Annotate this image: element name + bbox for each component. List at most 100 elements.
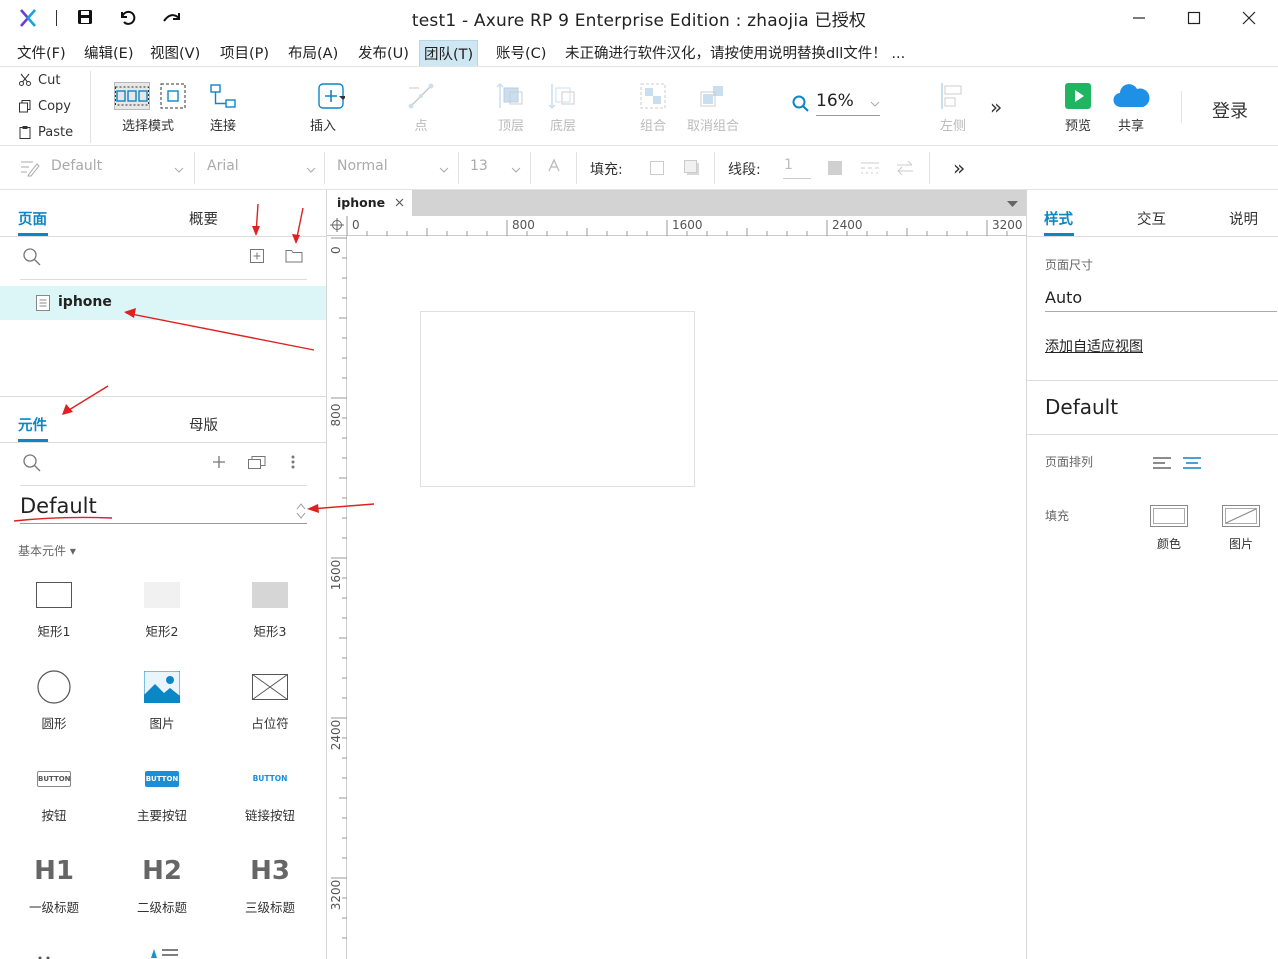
format-more-button[interactable]: »: [953, 156, 965, 180]
menu-view[interactable]: 视图(V): [146, 40, 204, 65]
tab-interactions[interactable]: 交互: [1137, 208, 1166, 229]
category-basic-widgets[interactable]: 基本元件 ▾: [18, 542, 76, 559]
widget-paragraph-icon: [148, 945, 180, 959]
menu-file[interactable]: 文件(F): [13, 40, 70, 65]
main-toolbar: Cut Copy Paste 选择模式 连接 插入 点 顶层 底层 组合 取消组…: [0, 66, 1278, 146]
copy-label: Copy: [38, 98, 71, 114]
page-size-dropdown[interactable]: Auto: [1045, 288, 1082, 307]
widget-rectangle-2[interactable]: 矩形2: [108, 575, 216, 640]
align-left-page-icon[interactable]: [1153, 457, 1171, 469]
font-weight-dropdown[interactable]: Normal: [337, 158, 388, 174]
menu-publish[interactable]: 发布(U): [354, 40, 413, 65]
widget-label: 链接按钮: [244, 808, 295, 823]
toolbar-separator: [1181, 91, 1182, 123]
copy-button[interactable]: Copy: [0, 94, 90, 118]
canvas-area[interactable]: iphone 0 800 1600 2400 3200 0 800 1600 2…: [307, 190, 1026, 959]
share-label: 共享: [1117, 119, 1144, 134]
weight-chevron-down-icon[interactable]: [439, 167, 449, 173]
page-align-label: 页面排列: [1045, 455, 1094, 469]
widget-rectangle-3[interactable]: 矩形3: [216, 575, 324, 640]
page-style-name[interactable]: Default: [1045, 395, 1118, 419]
rectangle-2-icon: [144, 582, 180, 608]
insert-tool[interactable]: 插入: [288, 81, 358, 134]
size-chevron-down-icon[interactable]: [511, 167, 521, 173]
cut-button[interactable]: Cut: [0, 68, 90, 92]
zoom-value[interactable]: 16%: [816, 91, 854, 111]
zoom-control[interactable]: 16%: [792, 91, 882, 116]
font-family-dropdown[interactable]: Arial: [207, 158, 239, 174]
horizontal-ruler[interactable]: 0 800 1600 2400 3200: [327, 216, 1026, 236]
stroke-color-swatch[interactable]: [828, 161, 842, 175]
widget-link-button[interactable]: BUTTON 链接按钮: [216, 759, 324, 824]
menu-layout[interactable]: 布局(A): [284, 40, 342, 65]
shadow-icon[interactable]: [684, 160, 700, 176]
select-mode-tool[interactable]: 选择模式: [114, 81, 186, 134]
zoom-underline: [816, 115, 880, 116]
menu-team[interactable]: 团队(T): [419, 40, 479, 67]
add-adaptive-view-link[interactable]: 添加自适应视图: [1045, 336, 1143, 356]
widget-rectangle-1[interactable]: 矩形1: [0, 575, 108, 640]
point-tool[interactable]: 点: [386, 81, 456, 134]
ruler-origin-crosshair-icon[interactable]: [330, 218, 344, 232]
menu-account[interactable]: 账号(C): [492, 40, 550, 65]
widget-heading-1[interactable]: H1 一级标题: [0, 851, 108, 916]
widget-button[interactable]: BUTTON 按钮: [0, 759, 108, 824]
widget-heading-2[interactable]: H2 二级标题: [108, 851, 216, 916]
fill-color-option[interactable]: 颜色: [1149, 505, 1189, 552]
ruler-label: 0: [329, 246, 343, 254]
h1-icon: H1: [34, 856, 74, 886]
share-button[interactable]: 共享: [1096, 81, 1166, 134]
menu-project[interactable]: 项目(P): [216, 40, 273, 65]
menu-edit[interactable]: 编辑(E): [80, 40, 137, 65]
select-contain-icon[interactable]: [160, 83, 186, 109]
document-tab[interactable]: iphone: [327, 190, 412, 216]
widget-label: 三级标题: [244, 900, 295, 915]
font-chevron-down-icon[interactable]: [306, 167, 316, 173]
select-mode-label: 选择模式: [122, 119, 175, 134]
login-button[interactable]: 登录: [1212, 97, 1248, 123]
vertical-ruler[interactable]: 0 800 1600 2400 3200: [327, 236, 347, 959]
tab-notes[interactable]: 说明: [1229, 208, 1258, 229]
style-dropdown[interactable]: Default: [51, 158, 102, 174]
fill-color-swatch[interactable]: [650, 161, 664, 175]
widget-image[interactable]: 图片: [108, 667, 216, 732]
format-separator: [324, 152, 325, 184]
tab-list-chevron-down-icon[interactable]: [1007, 201, 1018, 207]
stroke-pattern-icon[interactable]: [861, 161, 879, 175]
stroke-width-input[interactable]: 1: [784, 157, 793, 173]
widget-primary-button[interactable]: BUTTON 主要按钮: [108, 759, 216, 824]
widget-placeholder[interactable]: 占位符: [216, 667, 324, 732]
minimize-button[interactable]: [1130, 9, 1148, 27]
ungroup-tool[interactable]: 取消组合: [678, 81, 748, 134]
text-color-icon[interactable]: [546, 158, 562, 174]
fill-image-label: 图片: [1228, 537, 1253, 551]
copy-icon: [18, 99, 32, 113]
divider: [1027, 380, 1278, 381]
format-separator: [576, 152, 577, 184]
style-edit-icon: [20, 159, 40, 177]
align-left-tool[interactable]: 左侧: [918, 81, 988, 134]
connect-tool[interactable]: 连接: [188, 81, 258, 134]
select-intersect-icon[interactable]: [114, 82, 150, 110]
close-button[interactable]: [1240, 9, 1258, 27]
maximize-button[interactable]: [1185, 9, 1203, 27]
zoom-chevron-down-icon[interactable]: [870, 101, 880, 107]
fill-image-option[interactable]: 图片: [1221, 505, 1261, 552]
widget-label: 按钮: [41, 808, 67, 823]
page-size-label: 页面尺寸: [1045, 258, 1094, 272]
toolbar-more-button[interactable]: »: [990, 95, 1002, 119]
send-to-back-tool[interactable]: 底层: [528, 81, 598, 134]
paste-label: Paste: [38, 124, 74, 140]
widget-circle[interactable]: 圆形: [0, 667, 108, 732]
tab-style[interactable]: 样式: [1044, 208, 1073, 229]
style-chevron-down-icon[interactable]: [174, 167, 184, 173]
paste-button[interactable]: Paste: [0, 120, 90, 144]
align-center-page-icon[interactable]: [1183, 457, 1201, 469]
arrow-style-icon[interactable]: [895, 160, 915, 176]
canvas-page-frame[interactable]: [420, 311, 695, 487]
format-separator: [194, 152, 195, 184]
close-tab-icon[interactable]: [395, 198, 404, 207]
pen-point-icon: [407, 82, 435, 110]
font-size-dropdown[interactable]: 13: [470, 158, 488, 174]
widget-heading-3[interactable]: H3 三级标题: [216, 851, 324, 916]
